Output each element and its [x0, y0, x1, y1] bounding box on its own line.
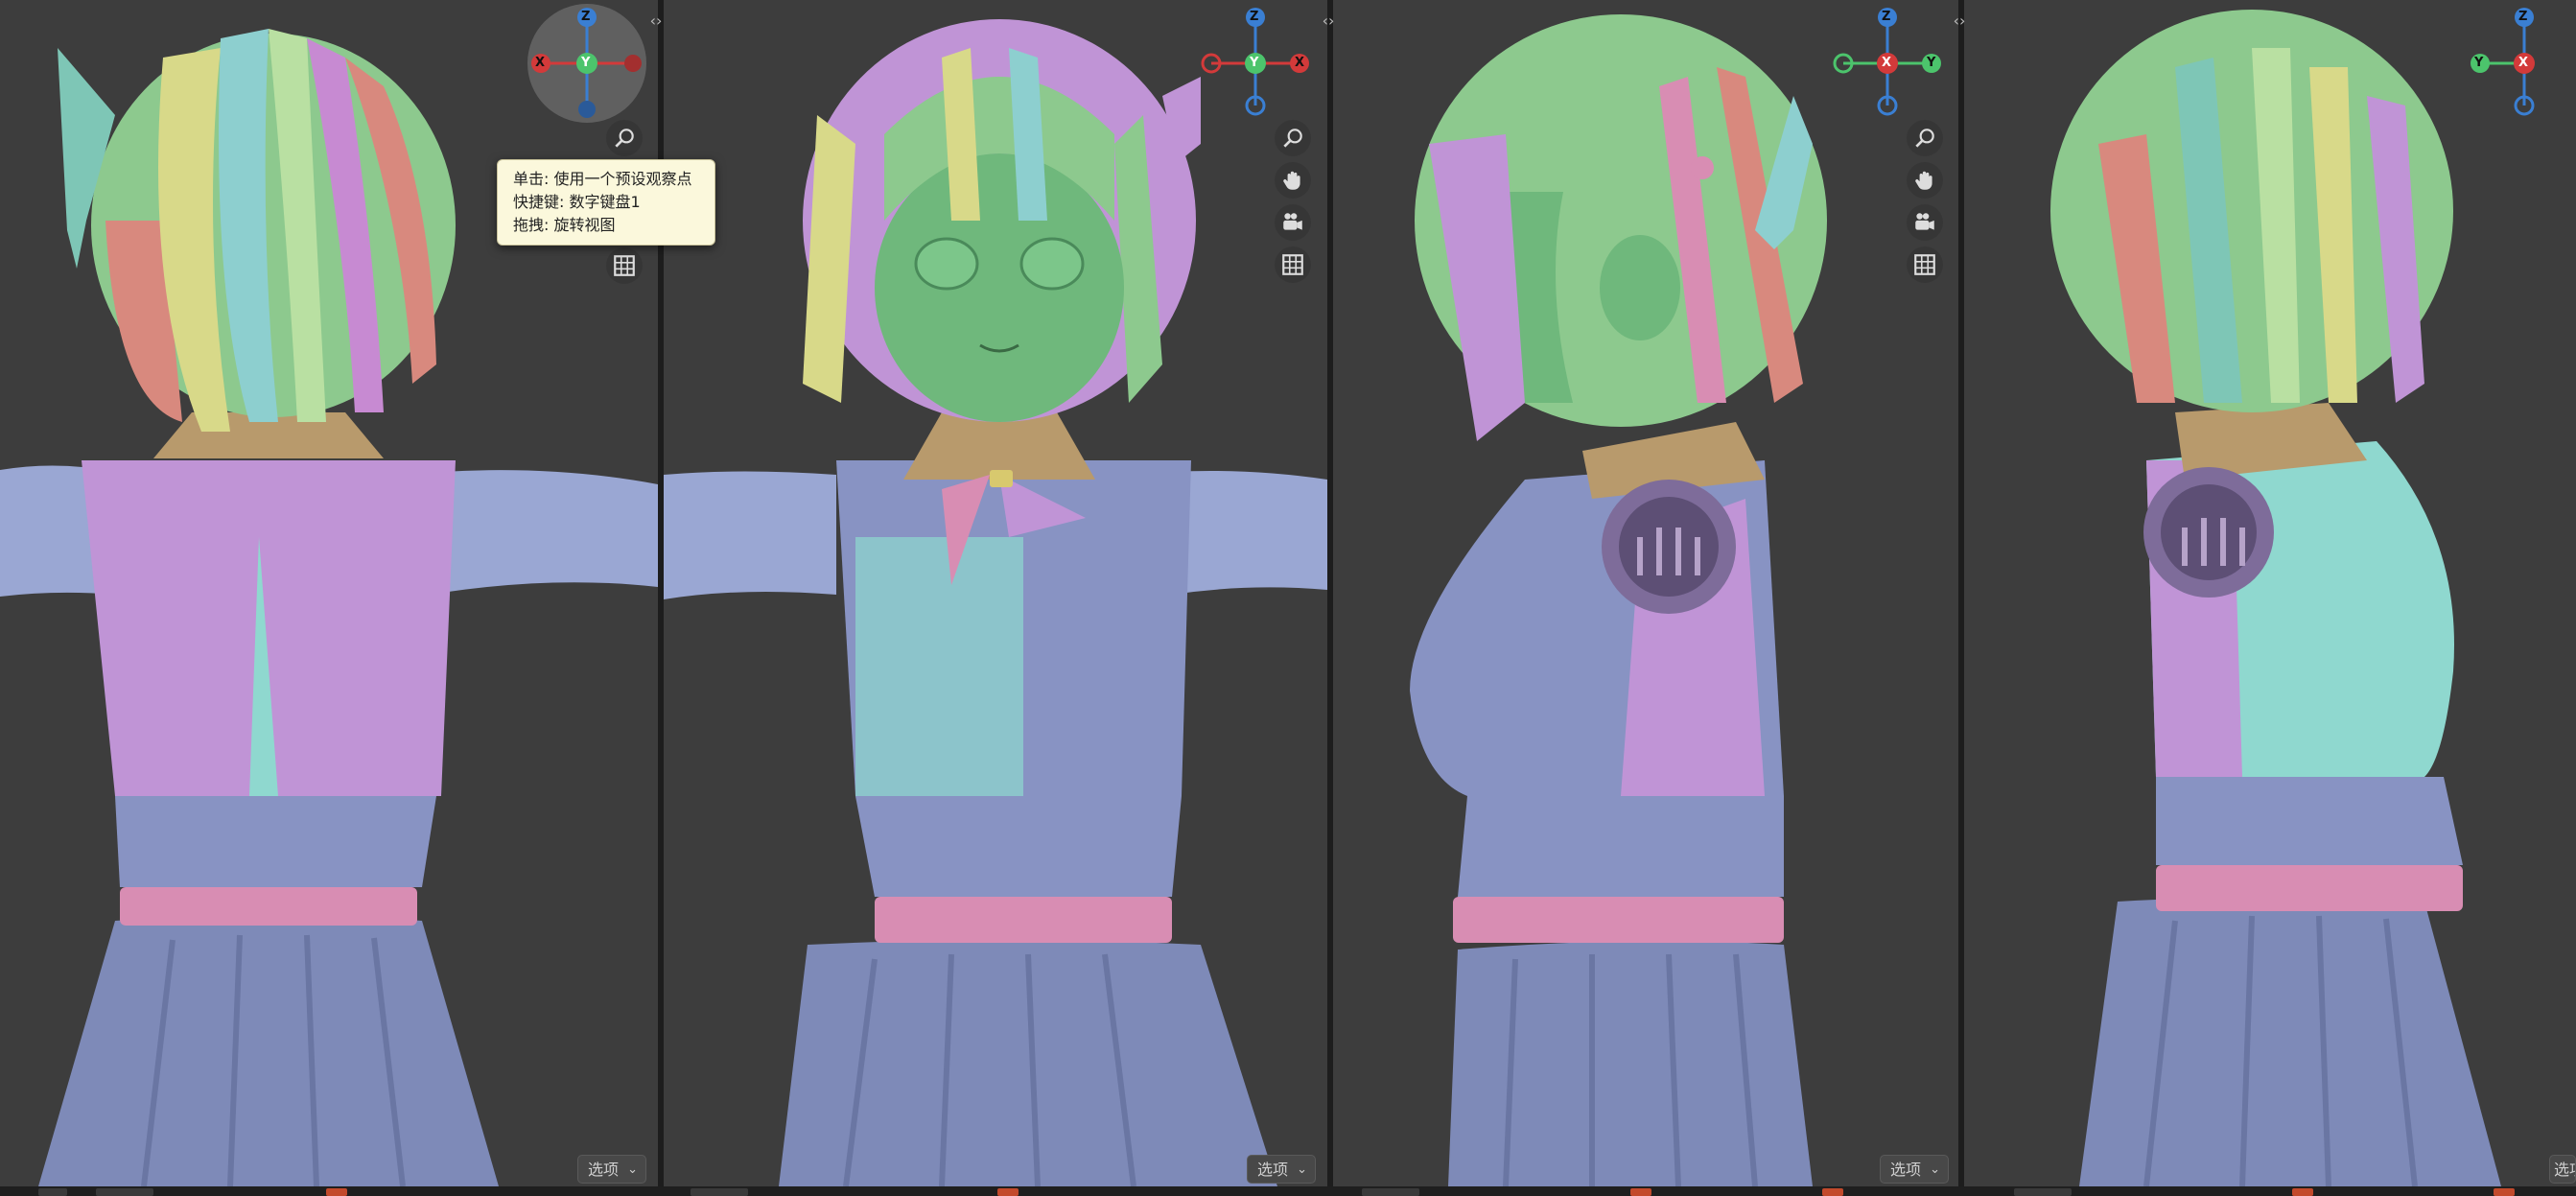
active-tool-indicator[interactable] — [326, 1188, 347, 1196]
bottom-toolbar — [0, 1186, 2576, 1196]
viewport-left[interactable]: Z Y X 选项 — [1964, 0, 2576, 1186]
axis-label-center: Y — [581, 56, 591, 70]
axis-label-up: Z — [1882, 10, 1891, 24]
axis-label-up: Z — [1250, 10, 1259, 24]
area-collapse-arrow-icon[interactable]: ‹› — [1948, 12, 1971, 31]
options-label: 选项 — [2554, 1161, 2575, 1179]
viewport-right[interactable]: Z X Y 选项 ⌄ — [1333, 0, 1958, 1186]
options-label: 选项 — [1890, 1161, 1922, 1179]
zoom-icon[interactable] — [1907, 120, 1943, 156]
options-button[interactable]: 选项 ⌄ — [577, 1155, 646, 1184]
axis-label-up: Z — [581, 10, 591, 24]
options-label: 选项 — [588, 1161, 620, 1179]
options-label: 选项 — [1257, 1161, 1289, 1179]
navigation-gizmo[interactable]: Z X Y — [1828, 4, 1947, 123]
camera-icon[interactable] — [1275, 204, 1311, 241]
options-button[interactable]: 选项 — [2549, 1155, 2576, 1184]
area-collapse-arrow-icon[interactable]: ‹› — [1317, 12, 1340, 31]
toolbar-segment[interactable] — [691, 1188, 748, 1196]
camera-icon[interactable] — [1907, 204, 1943, 241]
hand-icon[interactable] — [1907, 162, 1943, 199]
toolbar-segment[interactable] — [2014, 1188, 2072, 1196]
options-button[interactable]: 选项 ⌄ — [1880, 1155, 1949, 1184]
axis-label-up: Z — [2518, 10, 2528, 24]
tooltip-line-shortcut: 快捷键: 数字键盘1 — [513, 193, 641, 211]
toolbar-segment[interactable] — [96, 1188, 153, 1196]
active-tool-indicator[interactable] — [997, 1188, 1019, 1196]
active-tool-indicator[interactable] — [1630, 1188, 1651, 1196]
gizmo-tooltip: 单击: 使用一个预设观察点 快捷键: 数字键盘1 拖拽: 旋转视图 — [497, 159, 715, 246]
character-model-front — [664, 19, 1327, 1186]
axis-label-center: Y — [1250, 56, 1259, 70]
axis-label-left: X — [535, 56, 546, 70]
character-model-right — [1410, 14, 1827, 1186]
axis-label-right: X — [1295, 56, 1305, 70]
viewport-front[interactable]: Z Y X 选项 ⌄ — [664, 0, 1327, 1186]
active-tool-indicator[interactable] — [2292, 1188, 2313, 1196]
grid-icon[interactable] — [1275, 246, 1311, 283]
navigation-gizmo[interactable]: Z X Y — [527, 4, 646, 123]
axis-label-right: Y — [1927, 56, 1936, 70]
zoom-icon[interactable] — [1275, 120, 1311, 156]
hand-icon[interactable] — [1275, 162, 1311, 199]
axis-label-center: X — [1882, 56, 1892, 70]
chevron-down-icon: ⌄ — [627, 1162, 638, 1177]
options-button[interactable]: 选项 ⌄ — [1247, 1155, 1316, 1184]
tooltip-line-click: 单击: 使用一个预设观察点 — [513, 170, 692, 188]
toolbar-segment[interactable] — [38, 1188, 67, 1196]
navigation-gizmo[interactable]: Z Y X — [2465, 4, 2576, 123]
active-tool-indicator[interactable] — [1822, 1188, 1843, 1196]
chevron-down-icon: ⌄ — [1930, 1162, 1940, 1177]
tooltip-line-drag: 拖拽: 旋转视图 — [513, 216, 616, 234]
axis-label-center: X — [2518, 56, 2529, 70]
chevron-down-icon: ⌄ — [1297, 1162, 1307, 1177]
grid-icon[interactable] — [1907, 246, 1943, 283]
area-collapse-arrow-icon[interactable]: ‹› — [644, 12, 667, 31]
zoom-icon[interactable] — [606, 120, 643, 156]
grid-icon[interactable] — [606, 247, 643, 284]
axis-label-left: Y — [2474, 56, 2484, 70]
navigation-gizmo[interactable]: Z Y X — [1196, 4, 1315, 123]
toolbar-segment[interactable] — [1362, 1188, 1419, 1196]
active-tool-indicator[interactable] — [2494, 1188, 2515, 1196]
character-model-left — [2050, 10, 2501, 1186]
